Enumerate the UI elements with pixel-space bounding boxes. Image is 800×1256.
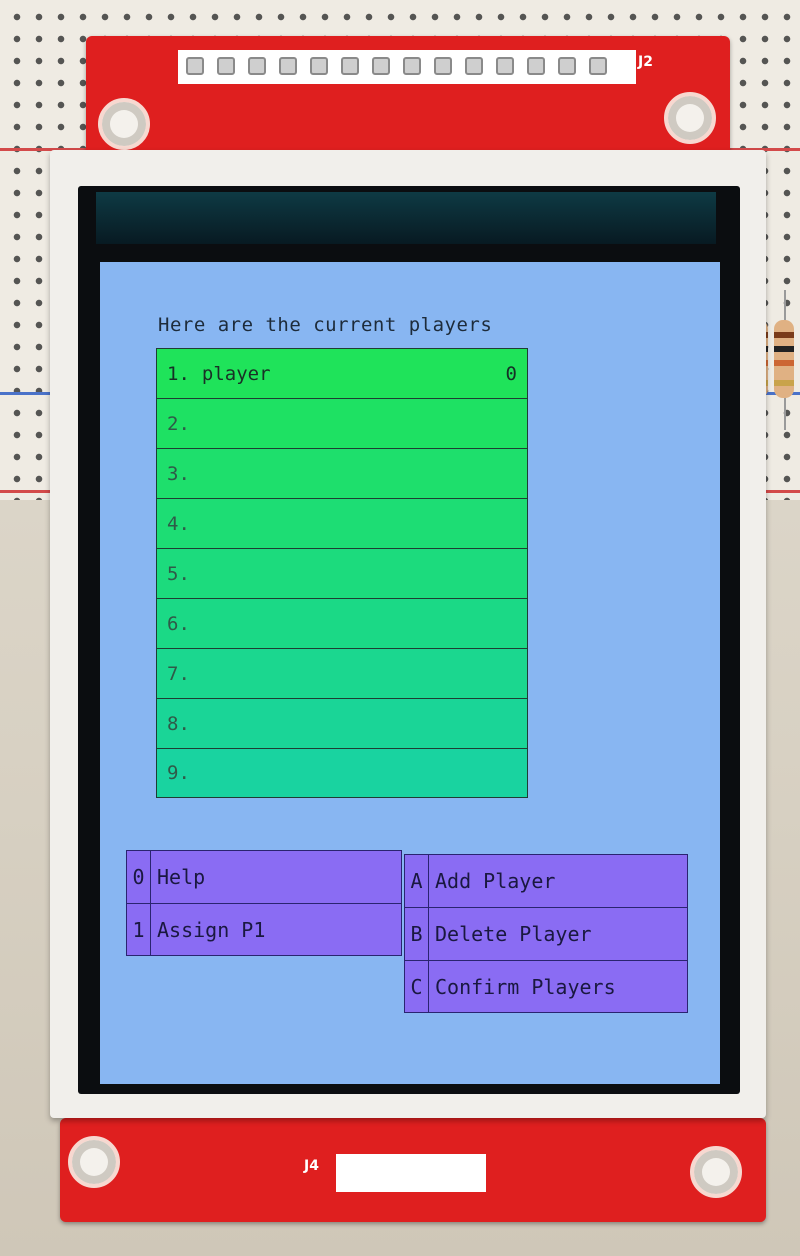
header-pin [248,57,266,75]
player-slot-number: 9. [167,762,190,784]
menu-right: A Add Player B Delete Player C Confirm Player… [404,854,688,1013]
player-slot-number: 4. [167,512,190,535]
player-row-label: 9. [167,762,202,784]
menu-label: Help [157,865,206,889]
header-pin [558,57,576,75]
pcb-bottom: J4 [60,1118,766,1222]
menu-label: Confirm Players [435,974,616,999]
player-row-label: 3. [167,463,202,485]
menu-label: Add Player [435,869,556,893]
player-row[interactable]: 7. [156,648,528,698]
player-row[interactable]: 8. [156,698,528,748]
player-row[interactable]: 9. [156,748,528,798]
mounting-hole [690,1146,742,1198]
pin-header [336,1154,486,1192]
menu-option-help[interactable]: 0 Help [126,850,402,903]
player-row[interactable]: 4. [156,498,528,548]
header-pin [186,57,204,75]
menu-option-confirm-players[interactable]: C Confirm Players [404,960,688,1013]
header-pin [372,57,390,75]
menu-key: C [405,961,429,1012]
player-row-label: 7. [167,663,202,685]
header-pin [465,57,483,75]
player-slot-number: 3. [167,462,190,485]
player-slot-number: 7. [167,662,190,685]
player-row[interactable]: 6. [156,598,528,648]
header-pin [589,57,607,75]
player-row[interactable]: 1. player 0 [156,348,528,398]
pcb-top: J2 [86,36,730,156]
menu-key: A [405,855,429,907]
player-row[interactable]: 3. [156,448,528,498]
connector-label: J2 [638,54,653,70]
player-row-label: 8. [167,713,202,735]
header-pin [217,57,235,75]
lcd-screen: Here are the current players 1. player 0 2.… [100,262,720,1084]
player-row-label: 4. [167,513,202,535]
player-row[interactable]: 5. [156,548,528,598]
menu-left: 0 Help 1 Assign P1 [126,850,402,956]
menu-label: Delete Player [435,922,592,946]
header-pin [279,57,297,75]
menu-key: 1 [127,904,151,955]
header-pin [403,57,421,75]
player-name: player [201,362,271,385]
header-pin [496,57,514,75]
player-slot-number: 1. [167,362,190,385]
player-row[interactable]: 2. [156,398,528,448]
menu-option-assign-p1[interactable]: 1 Assign P1 [126,903,402,956]
mounting-hole [68,1136,120,1188]
player-row-label: 6. [167,613,202,635]
header-pin [310,57,328,75]
player-list: 1. player 0 2. 3. 4. 5. 6. 7. 8. 9. [156,348,528,798]
player-slot-number: 2. [167,412,190,435]
player-row-label: 5. [167,563,202,585]
header-pin [341,57,359,75]
menu-option-add-player[interactable]: A Add Player [404,854,688,907]
photo-scene: J2 J4 Here are the current players 1. pla… [0,0,800,1256]
player-row-label: 2. [167,413,202,435]
mounting-hole [664,92,716,144]
header-pin [527,57,545,75]
display-glass-edge [96,192,716,244]
menu-label: Assign P1 [157,917,266,942]
header-pin [434,57,452,75]
player-row-label: 1. player [167,363,271,385]
connector-label: J4 [304,1158,319,1174]
player-slot-number: 5. [167,562,190,585]
player-slot-number: 6. [167,612,190,635]
menu-key: 0 [127,851,151,903]
mounting-hole [98,98,150,150]
menu-option-delete-player[interactable]: B Delete Player [404,907,688,960]
menu-key: B [405,908,429,960]
page-title: Here are the current players [158,314,493,336]
player-score: 0 [505,362,517,385]
player-slot-number: 8. [167,712,190,735]
